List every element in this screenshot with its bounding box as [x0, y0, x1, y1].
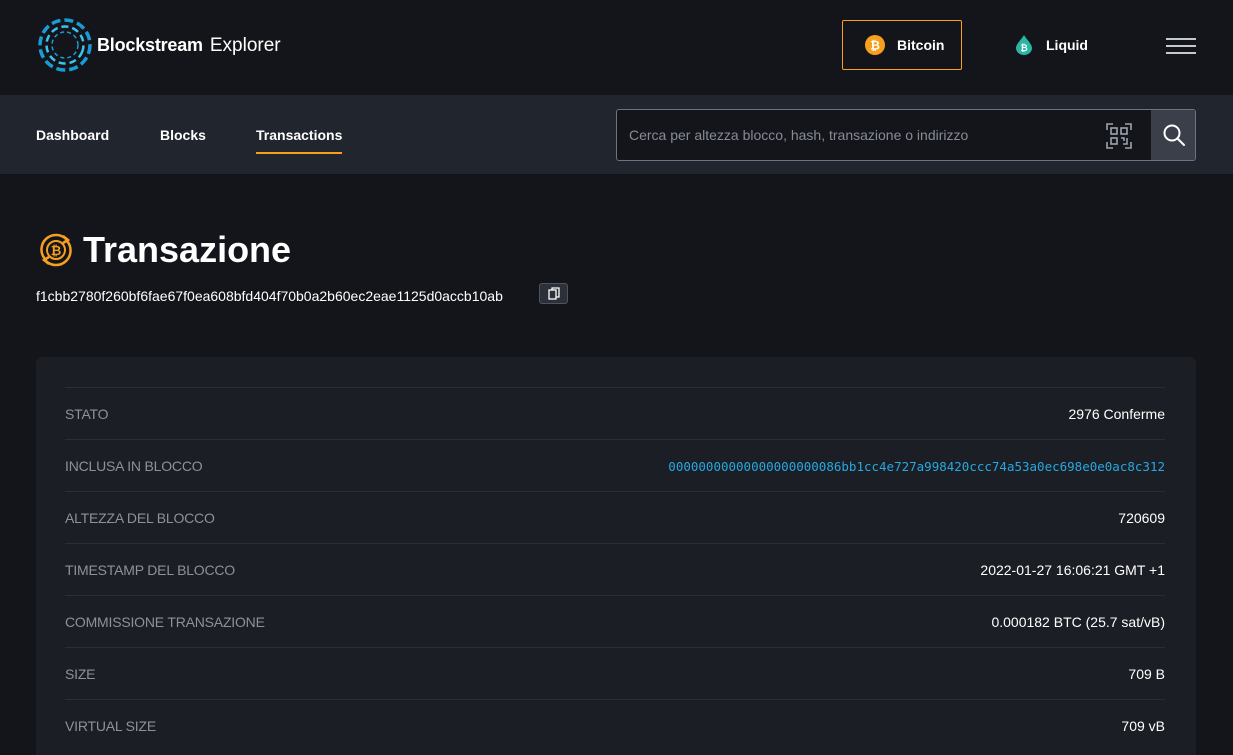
detail-row-virtual-size: VIRTUAL SIZE 709 vB — [65, 699, 1165, 751]
detail-row-size: SIZE 709 B — [65, 647, 1165, 699]
brand-name[interactable]: Blockstream Explorer — [97, 33, 281, 58]
network-liquid-label: Liquid — [1046, 37, 1088, 53]
block-hash-link[interactable]: 00000000000000000000086bb1cc4e727a998420… — [668, 458, 1165, 476]
page-title: Transazione — [83, 229, 292, 270]
search-icon — [1163, 124, 1185, 146]
search-button[interactable] — [1151, 110, 1195, 160]
blockstream-logo-icon[interactable] — [37, 17, 93, 73]
hamburger-menu-icon[interactable] — [1166, 38, 1196, 54]
detail-row-timestamp: TIMESTAMP DEL BLOCCO 2022-01-27 16:06:21… — [65, 543, 1165, 595]
bitcoin-transaction-icon: ₿ — [40, 233, 72, 267]
svg-text:₿: ₿ — [1020, 43, 1027, 54]
detail-label: INCLUSA IN BLOCCO — [65, 458, 203, 474]
copy-txid-button[interactable] — [539, 283, 568, 304]
qr-code-scan-icon[interactable] — [1106, 123, 1132, 149]
svg-text:₿: ₿ — [870, 39, 880, 53]
detail-value: 2976 Conferme — [1068, 406, 1165, 422]
svg-text:₿: ₿ — [51, 244, 62, 259]
detail-row-block-hash: INCLUSA IN BLOCCO 0000000000000000000008… — [65, 439, 1165, 491]
transaction-details-card: STATO 2976 Conferme INCLUSA IN BLOCCO 00… — [36, 357, 1196, 755]
brand-name-suffix: Explorer — [209, 35, 281, 56]
detail-value: 2022-01-27 16:06:21 GMT +1 — [980, 562, 1165, 578]
network-bitcoin-label: Bitcoin — [897, 37, 945, 53]
brand-name-bold: Blockstream — [97, 35, 203, 55]
search-bar — [616, 109, 1196, 161]
detail-row-block-height: ALTEZZA DEL BLOCCO 720609 — [65, 491, 1165, 543]
page-title-block: ₿ Transazione — [37, 228, 291, 272]
detail-label: ALTEZZA DEL BLOCCO — [65, 510, 215, 526]
detail-value: 0.000182 BTC (25.7 sat/vB) — [991, 614, 1165, 630]
top-header: Blockstream Explorer ₿ Bitcoin ₿ Liquid — [0, 0, 1233, 95]
detail-row-status: STATO 2976 Conferme — [65, 387, 1165, 439]
detail-value: 709 vB — [1121, 718, 1165, 734]
nav-blocks[interactable]: Blocks — [160, 126, 206, 144]
network-liquid-button[interactable]: ₿ Liquid — [1012, 20, 1112, 70]
copy-icon — [547, 287, 560, 300]
detail-label: VIRTUAL SIZE — [65, 718, 156, 734]
transaction-id[interactable]: f1cbb2780f260bf6fae67f0ea608bfd404f70b0a… — [36, 287, 503, 305]
detail-label: SIZE — [65, 666, 96, 682]
details-table: STATO 2976 Conferme INCLUSA IN BLOCCO 00… — [65, 387, 1165, 751]
bitcoin-icon: ₿ — [865, 35, 885, 55]
detail-row-fee: COMMISSIONE TRANSAZIONE 0.000182 BTC (25… — [65, 595, 1165, 647]
network-bitcoin-button[interactable]: ₿ Bitcoin — [842, 20, 962, 70]
detail-value: 720609 — [1118, 510, 1165, 526]
detail-value: 709 B — [1128, 666, 1165, 682]
search-input[interactable] — [617, 110, 1151, 160]
liquid-icon: ₿ — [1016, 35, 1032, 55]
nav-transactions[interactable]: Transactions — [256, 126, 343, 154]
nav-dashboard[interactable]: Dashboard — [36, 126, 109, 144]
detail-label: COMMISSIONE TRANSAZIONE — [65, 614, 265, 630]
detail-label: STATO — [65, 406, 109, 422]
detail-label: TIMESTAMP DEL BLOCCO — [65, 562, 235, 578]
